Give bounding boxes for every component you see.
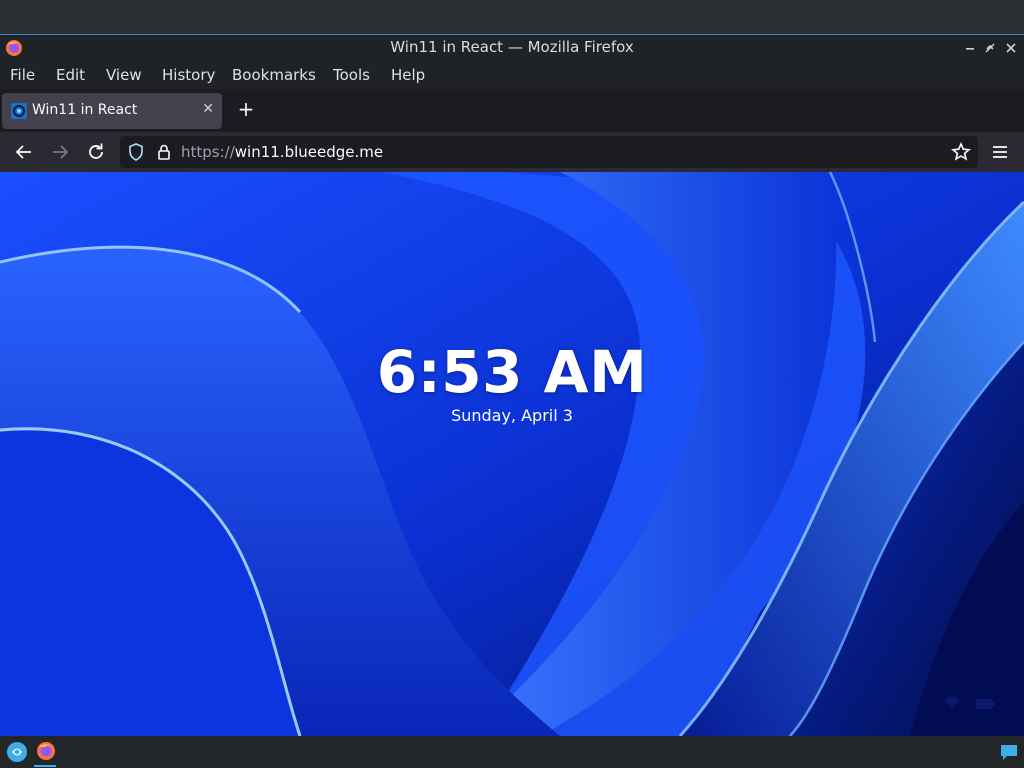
wifi-icon	[944, 697, 960, 709]
menu-bar: File Edit View History Bookmarks Tools H…	[0, 61, 1024, 89]
menu-help[interactable]: Help	[391, 66, 425, 84]
url-bar[interactable]: https://win11.blueedge.me	[120, 136, 978, 168]
menu-tools[interactable]: Tools	[333, 66, 370, 84]
tab-label: Win11 in React	[32, 102, 138, 118]
tab-strip: Win11 in React ✕ +	[0, 89, 1024, 132]
tab-win11-in-react[interactable]: Win11 in React ✕	[2, 93, 222, 129]
win11-react-icon	[11, 103, 27, 119]
close-icon[interactable]	[1002, 39, 1020, 57]
system-taskbar	[0, 736, 1024, 768]
forward-arrow-icon[interactable]	[48, 140, 72, 164]
plus-icon[interactable]: +	[234, 97, 258, 121]
navigation-toolbar: https://win11.blueedge.me	[0, 132, 1024, 172]
reload-icon[interactable]	[84, 140, 108, 164]
kde-launcher-icon[interactable]	[6, 741, 28, 763]
restore-icon[interactable]	[981, 39, 999, 57]
menu-file[interactable]: File	[10, 66, 35, 84]
wallpaper-bloom	[0, 172, 1024, 736]
lock-icon[interactable]	[154, 142, 174, 162]
desktop-top-strip	[0, 0, 1024, 34]
battery-icon	[976, 699, 994, 709]
chat-icon[interactable]	[999, 743, 1019, 761]
menu-bookmarks[interactable]: Bookmarks	[232, 66, 316, 84]
shield-icon[interactable]	[126, 142, 146, 162]
menu-view[interactable]: View	[106, 66, 142, 84]
firefox-icon[interactable]	[36, 741, 56, 761]
url-text[interactable]: https://win11.blueedge.me	[181, 143, 383, 161]
window-titlebar[interactable]: Win11 in React — Mozilla Firefox	[0, 34, 1024, 61]
lockscreen[interactable]: 6:53 AM Sunday, April 3	[0, 172, 1024, 736]
minimize-icon[interactable]	[961, 39, 979, 57]
back-arrow-icon[interactable]	[12, 140, 36, 164]
hamburger-menu-icon[interactable]	[988, 140, 1012, 164]
lockscreen-time: 6:53 AM	[376, 338, 648, 406]
tab-close-icon[interactable]: ✕	[202, 101, 214, 117]
menu-edit[interactable]: Edit	[56, 66, 85, 84]
active-task-indicator	[34, 765, 56, 767]
window-title: Win11 in React — Mozilla Firefox	[390, 38, 634, 56]
lockscreen-date: Sunday, April 3	[451, 406, 573, 425]
star-icon[interactable]	[949, 140, 973, 164]
menu-history[interactable]: History	[162, 66, 215, 84]
